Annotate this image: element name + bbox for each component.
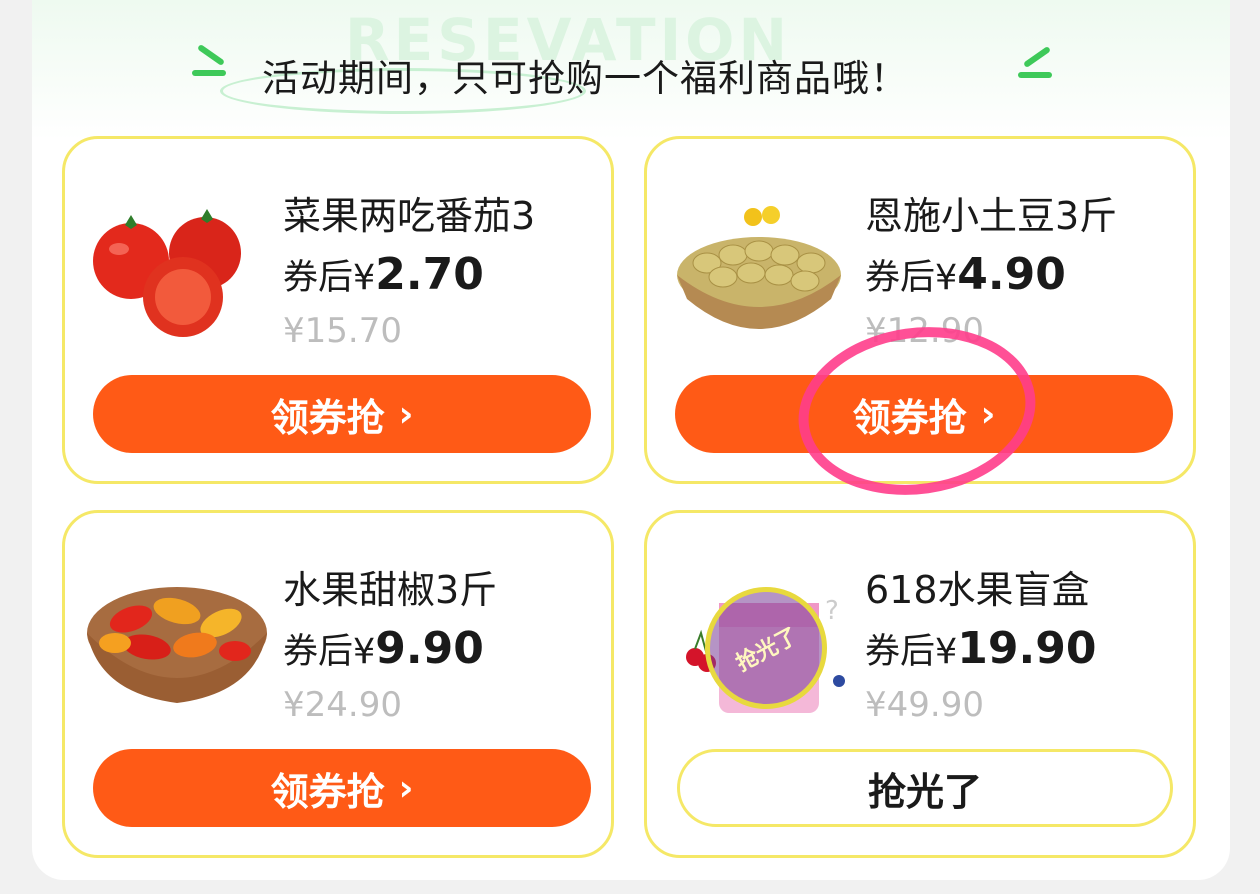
question-mark-icon: ?: [825, 596, 839, 626]
product-name: 菜果两吃番茄3: [283, 194, 536, 238]
price-prefix: 券后¥: [865, 632, 958, 672]
product-name: 618水果盲盒: [865, 568, 1090, 612]
decor-dash-icon: [1018, 72, 1052, 78]
product-name: 恩施小土豆3斤: [865, 194, 1118, 238]
claim-coupon-button[interactable]: 领券抢 ›: [93, 375, 591, 453]
product-name: 水果甜椒3斤: [283, 568, 498, 612]
decor-dash-icon: [1022, 45, 1052, 69]
banner-heading: 活动期间，只可抢购一个福利商品哦！: [262, 57, 908, 100]
price-value: 4.90: [957, 249, 1066, 300]
sold-out-button: 抢光了: [677, 749, 1173, 827]
coupon-price: 券后¥2.70: [283, 249, 484, 300]
claim-coupon-button[interactable]: 领券抢 ›: [93, 749, 591, 827]
potato-basket-image: [677, 206, 841, 329]
price-value: 2.70: [375, 249, 484, 300]
coupon-price: 券后¥9.90: [283, 623, 484, 674]
chevron-right-icon: ›: [398, 767, 414, 809]
price-prefix: 券后¥: [283, 632, 376, 672]
button-label: 领券抢: [270, 395, 385, 440]
price-value: 19.90: [957, 623, 1097, 674]
product-card[interactable]: 水果甜椒3斤 券后¥9.90 ¥24.90 领券抢 ›: [62, 510, 614, 858]
product-card[interactable]: 菜果两吃番茄3 券后¥2.70 ¥15.70 领券抢 ›: [62, 136, 614, 484]
original-price: ¥24.90: [283, 685, 402, 725]
decor-dash-icon: [192, 70, 226, 76]
price-value: 9.90: [375, 623, 484, 674]
price-prefix: 券后¥: [865, 258, 958, 298]
banner-heading-area: 活动期间，只可抢购一个福利商品哦！: [190, 40, 1070, 114]
button-label: 抢光了: [867, 769, 982, 814]
button-label: 领券抢: [270, 769, 385, 814]
decor-dash-icon: [196, 43, 226, 67]
product-card[interactable]: ? 抢光了 618水果盲盒 券后¥19.90 ¥49.90 抢光了: [644, 510, 1196, 858]
original-price: ¥15.70: [283, 311, 402, 351]
coupon-price: 券后¥4.90: [865, 249, 1066, 300]
coupon-price: 券后¥19.90: [865, 623, 1096, 674]
chevron-right-icon: ›: [398, 393, 414, 435]
tomato-image: [93, 209, 241, 337]
original-price: ¥49.90: [865, 685, 984, 725]
pepper-basket-image: [87, 587, 267, 703]
price-prefix: 券后¥: [283, 258, 376, 298]
